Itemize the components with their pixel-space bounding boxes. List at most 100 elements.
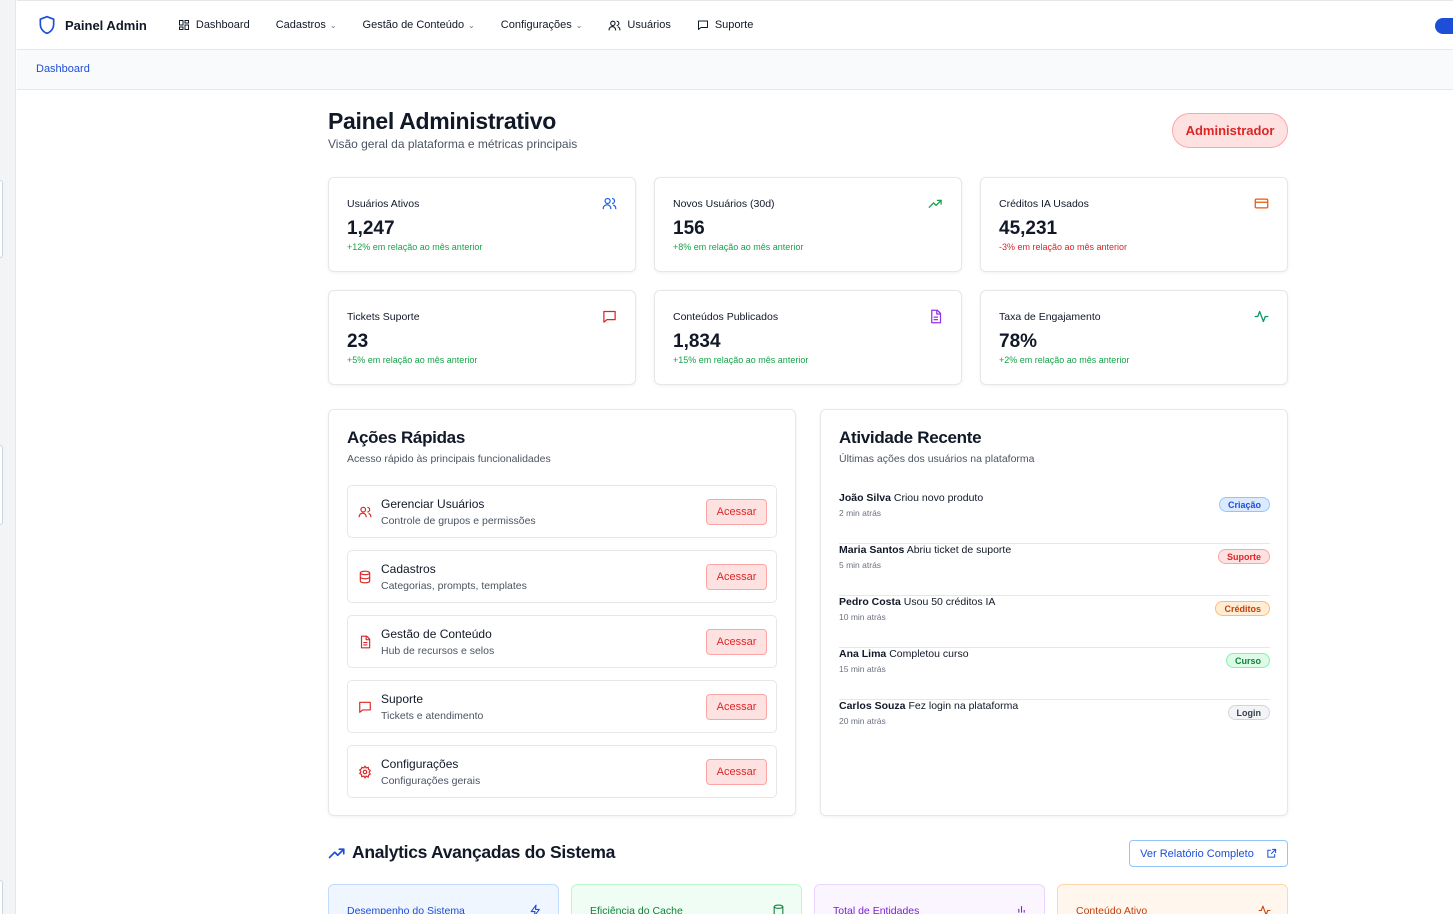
brand[interactable]: Painel Admin [37,14,147,36]
activity-action: Usou 50 créditos IA [903,596,996,608]
stat-card-conteudos-publicados: Conteúdos Publicados 1,834 +15% em relaç… [654,290,962,385]
stat-change: +5% em relação ao mês anterior [347,355,478,365]
zap-icon [530,904,540,914]
report-button-label: Ver Relatório Completo [1140,847,1254,860]
stat-change: +12% em relação ao mês anterior [347,242,483,252]
stat-change: +8% em relação ao mês anterior [673,242,804,252]
database-icon [773,904,784,914]
activity-action: Completou curso [889,648,969,660]
acessar-button[interactable]: Acessar [706,564,767,590]
analytics-card-entidades: Total de Entidades [814,884,1045,914]
stat-value: 156 [673,218,705,239]
recent-activity-subtitle: Últimas ações dos usuários na plataforma [839,453,1035,465]
trending-up-icon [928,199,942,208]
activity-user: João Silva [839,492,891,504]
action-title: Suporte [381,692,424,706]
activity-tag: Curso [1225,653,1270,668]
nav-item-usuarios[interactable]: Usuários [595,19,683,32]
bar-chart-icon [1018,906,1025,913]
stat-value: 1,247 [347,218,395,239]
activity-time: 20 min atrás [839,716,886,726]
analytics-card-cache: Eficiência do Cache [571,884,802,914]
message-icon [603,310,616,323]
activity-row: Maria Santos Abriu ticket de suporte 5 m… [839,544,1270,596]
message-icon [697,20,708,30]
stat-label: Usuários Ativos [347,198,420,210]
activity-user: Carlos Souza [839,700,906,712]
activity-icon [1258,905,1271,914]
acessar-button[interactable]: Acessar [706,499,767,525]
recent-activity-title: Atividade Recente [839,428,982,447]
nav-item-gestao-conteudo[interactable]: Gestão de Conteúdo ⌄ [350,19,488,31]
theme-toggle[interactable] [1435,18,1453,34]
dashboard-icon [178,20,189,30]
gear-icon [358,765,372,779]
nav-menu: Dashboard Cadastros ⌄ Gestão de Conteúdo… [165,19,766,32]
activity-time: 2 min atrás [839,508,882,518]
strip-segment [0,445,3,525]
action-desc: Hub de recursos e selos [381,645,495,657]
acessar-button[interactable]: Acessar [706,629,767,655]
nav-item-label: Gestão de Conteúdo [362,19,465,31]
activity-text: Maria Santos Abriu ticket de suporte [839,544,1011,556]
nav-item-suporte[interactable]: Suporte [684,19,767,31]
activity-action: Fez login na plataforma [908,700,1019,712]
users-icon [608,20,621,30]
activity-time: 5 min atrás [839,560,882,570]
action-item-gerenciar-usuarios: Gerenciar Usuários Controle de grupos e … [347,485,777,538]
stat-card-taxa-engajamento: Taxa de Engajamento 78% +2% em relação a… [980,290,1288,385]
breadcrumb-link-dashboard[interactable]: Dashboard [36,63,90,75]
chevron-down-icon: ⌄ [575,20,583,30]
recent-activity-panel: Atividade Recente Últimas ações dos usuá… [820,409,1288,816]
stat-card-novos-usuarios: Novos Usuários (30d) 156 +8% em relação … [654,177,962,272]
activity-tag: Suporte [1217,549,1270,564]
quick-actions-title: Ações Rápidas [347,428,465,447]
window-edge-strip [0,0,16,914]
stat-label: Novos Usuários (30d) [673,198,775,210]
nav-item-label: Usuários [627,19,671,31]
users-icon [358,506,372,518]
role-badge: Administrador [1172,113,1288,148]
action-title: Gestão de Conteúdo [381,627,492,641]
activity-tag: Créditos [1215,601,1270,616]
acessar-button[interactable]: Acessar [706,759,767,785]
stat-label: Conteúdos Publicados [673,311,779,323]
activity-tag: Criação [1218,497,1270,512]
stat-card-usuarios-ativos: Usuários Ativos 1,247 +12% em relação ao… [328,177,636,272]
strip-segment [0,180,3,258]
nav-item-configuracoes[interactable]: Configurações ⌄ [488,19,596,31]
ver-relatorio-button[interactable]: Ver Relatório Completo [1129,840,1288,867]
activity-action: Abriu ticket de suporte [906,544,1012,556]
stat-change: +15% em relação ao mês anterior [673,355,809,365]
acessar-button[interactable]: Acessar [706,694,767,720]
stat-value: 78% [999,331,1038,352]
analytics-card-desempenho: Desempenho do Sistema [328,884,559,914]
activity-time: 15 min atrás [839,664,886,674]
stat-value: 23 [347,331,369,352]
stat-card-creditos-ia: Créditos IA Usados 45,231 -3% em relação… [980,177,1288,272]
activity-text: Carlos Souza Fez login na plataforma [839,700,1018,712]
activity-row: Ana Lima Completou curso 15 min atrás Cu… [839,648,1270,700]
analytics-title-text: Analytics Avançadas do Sistema [352,842,616,862]
nav-item-dashboard[interactable]: Dashboard [165,19,263,31]
action-desc: Controle de grupos e permissões [381,515,536,527]
activity-text: Ana Lima Completou curso [839,648,969,660]
action-item-gestao-conteudo: Gestão de Conteúdo Hub de recursos e sel… [347,615,777,668]
action-title: Gerenciar Usuários [381,497,485,511]
stat-label: Taxa de Engajamento [999,311,1101,323]
activity-text: João Silva Criou novo produto [839,492,983,504]
analytics-card-conteudo-ativo: Conteúdo Ativo [1057,884,1288,914]
chevron-down-icon: ⌄ [329,20,337,30]
action-item-cadastros: Cadastros Categorias, prompts, templates… [347,550,777,603]
strip-segment [0,880,3,914]
message-icon [359,701,371,713]
action-title: Configurações [381,757,459,771]
breadcrumb: Dashboard [17,50,1453,90]
analytics-card-label: Total de Entidades [833,905,920,914]
analytics-card-label: Eficiência do Cache [590,905,683,914]
activity-time: 10 min atrás [839,612,886,622]
file-icon [360,635,371,649]
credit-card-icon [1254,198,1269,209]
stat-label: Tickets Suporte [347,311,420,323]
nav-item-cadastros[interactable]: Cadastros ⌄ [263,19,350,31]
